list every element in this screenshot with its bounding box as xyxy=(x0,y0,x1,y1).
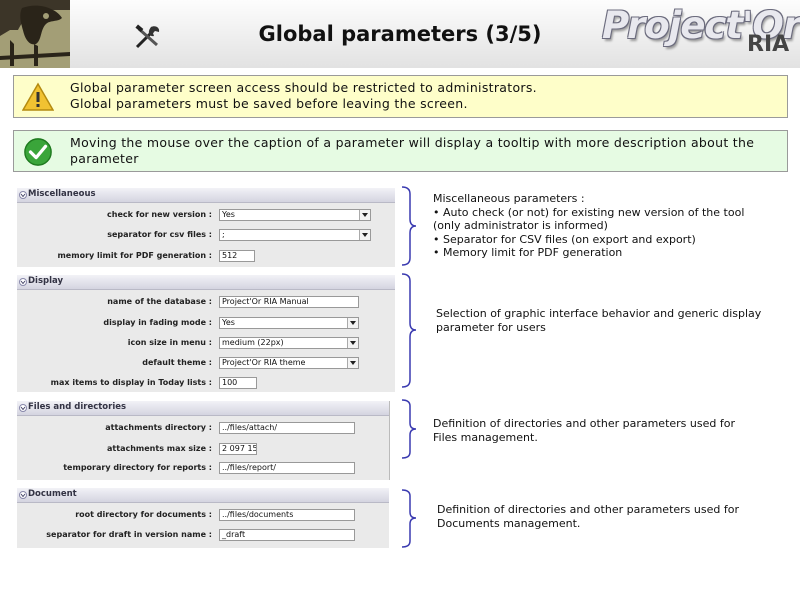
display-description: Selection of graphic interface behavior … xyxy=(436,307,762,334)
param-label: temporary directory for reports : xyxy=(63,463,212,472)
misc-description: Miscellaneous parameters : • Auto check … xyxy=(433,192,745,259)
header-bar: Global parameters (3/5) Project'Or RIA xyxy=(0,0,800,68)
default-theme-select[interactable]: Project'Or RIA theme xyxy=(219,357,359,369)
chevron-down-icon[interactable] xyxy=(347,318,358,328)
csv-separator-select[interactable]: ; xyxy=(219,229,371,241)
display-header[interactable]: Display xyxy=(17,275,395,290)
documents-root-input[interactable]: ../files/documents xyxy=(219,509,355,521)
chevron-down-icon[interactable] xyxy=(347,338,358,348)
check-icon xyxy=(24,138,52,166)
param-label: attachments directory : xyxy=(105,423,212,432)
section-title: Miscellaneous xyxy=(28,189,96,199)
param-row: memory limit for PDF generation : 512 xyxy=(17,250,395,264)
files-directories-panel: Files and directories attachments direct… xyxy=(17,401,390,480)
brand-logo: Project'Or RIA xyxy=(602,4,800,62)
attachments-directory-input[interactable]: ../files/attach/ xyxy=(219,422,355,434)
draft-separator-input[interactable]: _draft xyxy=(219,529,355,541)
param-row: attachments max size : 2 097 152 xyxy=(17,443,395,457)
brace-misc xyxy=(401,186,417,266)
param-label: attachments max size : xyxy=(107,444,212,453)
param-label: separator for draft in version name : xyxy=(46,530,212,539)
collapse-icon[interactable] xyxy=(19,404,27,412)
param-row: check for new version : Yes xyxy=(17,209,395,223)
param-row: name of the database : Project'Or RIA Ma… xyxy=(17,296,395,310)
param-label: memory limit for PDF generation : xyxy=(57,251,212,260)
collapse-icon[interactable] xyxy=(19,491,27,499)
collapse-icon[interactable] xyxy=(19,191,27,199)
warning-line-2: Global parameters must be saved before l… xyxy=(70,96,468,111)
miscellaneous-panel: Miscellaneous check for new version : Ye… xyxy=(17,188,395,267)
warning-text: Global parameter screen access should be… xyxy=(70,80,780,112)
param-row: root directory for documents : ../files/… xyxy=(17,509,395,523)
info-notice: Moving the mouse over the caption of a p… xyxy=(13,130,788,172)
param-row: separator for draft in version name : _d… xyxy=(17,529,395,543)
document-header[interactable]: Document xyxy=(17,488,389,503)
section-title: Files and directories xyxy=(28,402,127,412)
warning-notice: Global parameter screen access should be… xyxy=(13,75,788,118)
param-row: display in fading mode : Yes xyxy=(17,317,395,331)
document-description: Definition of directories and other para… xyxy=(437,503,739,530)
param-label: name of the database : xyxy=(107,297,212,306)
section-title: Display xyxy=(28,276,64,286)
warning-icon xyxy=(22,82,54,111)
param-row: separator for csv files : ; xyxy=(17,229,395,243)
collapse-icon[interactable] xyxy=(19,278,27,286)
section-title: Document xyxy=(28,489,77,499)
today-max-items-input[interactable]: 100 xyxy=(219,377,257,389)
info-text: Moving the mouse over the caption of a p… xyxy=(70,135,755,166)
param-row: icon size in menu : medium (22px) xyxy=(17,337,395,351)
report-directory-input[interactable]: ../files/report/ xyxy=(219,462,355,474)
miscellaneous-header[interactable]: Miscellaneous xyxy=(17,188,395,203)
brace-files xyxy=(401,399,417,459)
param-label: default theme : xyxy=(142,358,212,367)
document-panel: Document root directory for documents : … xyxy=(17,488,389,548)
brand-sub: RIA xyxy=(747,32,790,57)
fading-mode-select[interactable]: Yes xyxy=(219,317,359,329)
icon-size-select[interactable]: medium (22px) xyxy=(219,337,359,349)
check-version-select[interactable]: Yes xyxy=(219,209,371,221)
chevron-down-icon[interactable] xyxy=(347,358,358,368)
chevron-down-icon[interactable] xyxy=(359,210,370,220)
param-row: temporary directory for reports : ../fil… xyxy=(17,462,395,476)
chevron-down-icon[interactable] xyxy=(359,230,370,240)
warning-line-1: Global parameter screen access should be… xyxy=(70,80,537,95)
files-description: Definition of directories and other para… xyxy=(433,417,735,444)
pdf-memory-input[interactable]: 512 xyxy=(219,250,255,262)
param-row: default theme : Project'Or RIA theme xyxy=(17,357,395,371)
param-row: max items to display in Today lists : 10… xyxy=(17,377,395,391)
param-label: root directory for documents : xyxy=(75,510,212,519)
attachments-max-size-input[interactable]: 2 097 152 xyxy=(219,443,257,455)
database-name-input[interactable]: Project'Or RIA Manual xyxy=(219,296,359,308)
files-header[interactable]: Files and directories xyxy=(17,401,389,416)
param-label: display in fading mode : xyxy=(103,318,212,327)
param-row: attachments directory : ../files/attach/ xyxy=(17,422,395,436)
brace-display xyxy=(401,273,417,388)
brace-document xyxy=(401,489,417,548)
param-label: icon size in menu : xyxy=(127,338,212,347)
param-label: max items to display in Today lists : xyxy=(50,378,212,387)
param-label: check for new version : xyxy=(107,210,212,219)
param-label: separator for csv files : xyxy=(107,230,212,239)
display-panel: Display name of the database : Project'O… xyxy=(17,275,395,392)
